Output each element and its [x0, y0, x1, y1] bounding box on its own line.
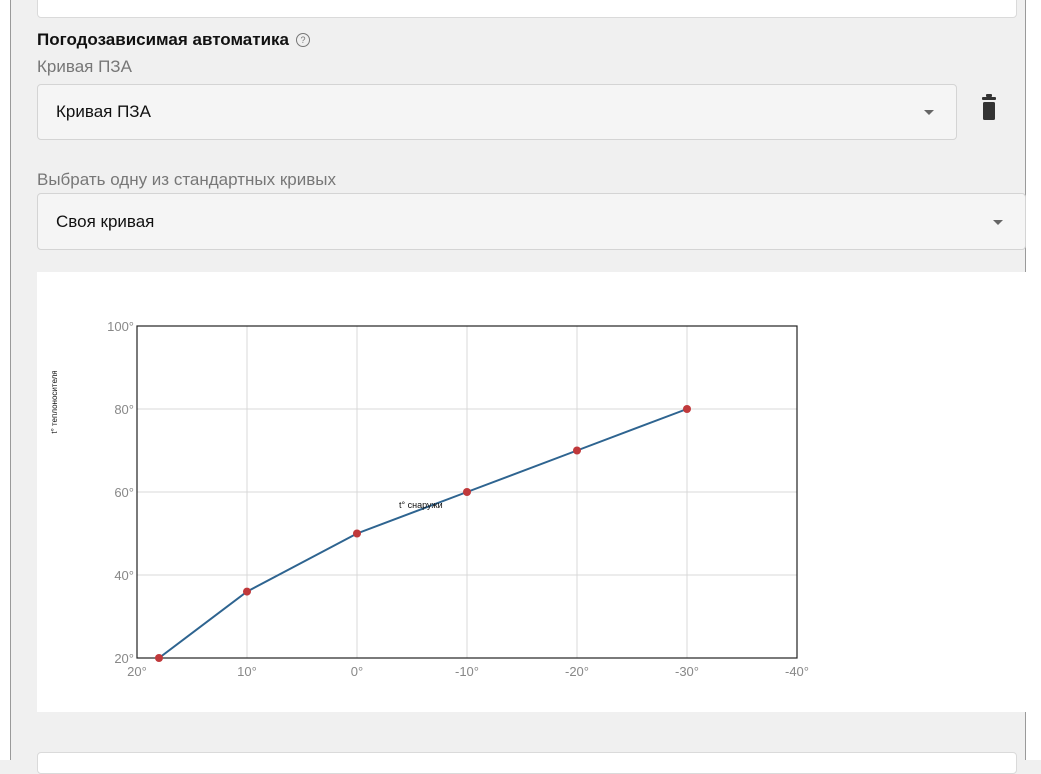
y-tick-label: 100° [107, 319, 134, 334]
data-point[interactable] [573, 446, 581, 455]
standard-curve-label: Выбрать одну из стандартных кривых [37, 170, 336, 189]
x-tick-labels: 20° 10° 0° -10° -20° -30° -40° [127, 664, 809, 679]
y-tick-label: 40° [114, 568, 134, 583]
chart-card: 100° 80° 60° 40° 20° 20° 10° 0° -10° -20° -30° -40… [37, 272, 1027, 712]
trash-icon[interactable] [980, 94, 998, 124]
x-tick-label: -20° [565, 664, 589, 679]
x-tick-label: -40° [785, 664, 809, 679]
x-tick-label: -10° [455, 664, 479, 679]
y-tick-label: 60° [114, 485, 134, 500]
previous-card [37, 0, 1017, 18]
series-line [158, 408, 688, 659]
curve-select[interactable]: Кривая ПЗА [37, 84, 957, 140]
data-point[interactable] [243, 587, 251, 596]
series-points [155, 405, 691, 662]
chevron-down-icon [924, 110, 934, 115]
next-card [37, 752, 1017, 774]
x-tick-label: 20° [127, 664, 147, 679]
y-tick-label: 80° [114, 402, 134, 417]
window-left-frame [0, 0, 11, 760]
window-right-frame [1025, 0, 1041, 760]
x-tick-label: -30° [675, 664, 699, 679]
x-tick-label: 10° [237, 664, 257, 679]
standard-curve-value: Своя кривая [56, 211, 155, 231]
chevron-down-icon [993, 219, 1003, 225]
curve-select-value: Кривая ПЗА [56, 102, 151, 121]
y-axis-label: t° теплоносителя [50, 370, 59, 433]
x-tick-label: 0° [351, 664, 363, 679]
standard-curve-select[interactable]: Своя кривая [37, 193, 1026, 250]
y-tick-labels: 100°80°60°40°20° [107, 319, 134, 666]
curve-field-label: Кривая ПЗА [37, 57, 132, 76]
x-axis-label: t° снаружи [399, 500, 443, 510]
heating-curve-chart[interactable]: 100° 80° 60° 40° 20° 20° 10° 0° -10° -20° -30° -40… [37, 272, 1027, 712]
help-icon[interactable]: ? [296, 33, 310, 47]
data-point[interactable] [353, 529, 361, 538]
data-point[interactable] [463, 488, 471, 496]
section-title: Погодозависимая автоматика ? [37, 30, 310, 50]
data-point[interactable] [683, 405, 691, 413]
data-point[interactable] [155, 654, 163, 662]
section-title-text: Погодозависимая автоматика [37, 30, 289, 49]
